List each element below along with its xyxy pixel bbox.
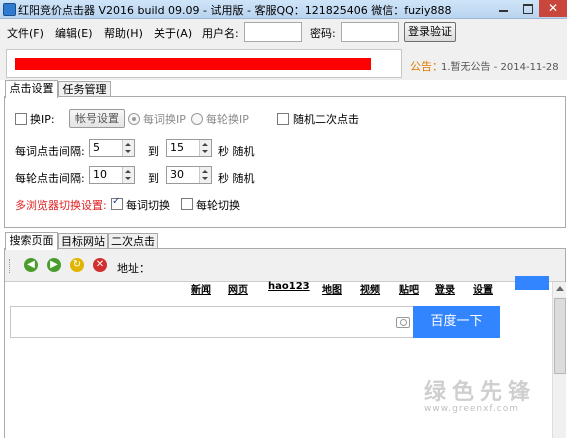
refresh-icon[interactable]: ↻ <box>70 258 84 272</box>
baidu-more-button[interactable] <box>515 276 549 290</box>
radio-per-round-ip-label: 每轮换IP <box>206 113 249 126</box>
click-settings-panel: 换IP: 帐号设置 每词换IP 每轮换IP 随机二次点击 每词点击间隔: 5 到… <box>4 96 566 228</box>
scrollbar-thumb[interactable] <box>554 298 566 374</box>
word-interval-label: 每词点击间隔: <box>15 145 85 158</box>
tab-search-page[interactable]: 搜索页面 <box>5 232 58 250</box>
username-input[interactable] <box>244 22 302 42</box>
random-second-click-checkbox[interactable] <box>277 113 289 125</box>
tab-click-settings[interactable]: 点击设置 <box>5 80 58 98</box>
spinner-arrows-icon[interactable] <box>199 140 211 156</box>
round-interval-label: 每轮点击间隔: <box>15 172 85 185</box>
tab-target-site[interactable]: 目标网站 <box>58 233 108 249</box>
camera-icon[interactable] <box>396 317 410 328</box>
word-interval-to-value: 15 <box>170 141 184 154</box>
account-settings-button[interactable]: 帐号设置 <box>69 109 125 128</box>
tab-second-click[interactable]: 二次点击 <box>108 233 158 249</box>
switch-per-round-checkbox[interactable] <box>181 198 193 210</box>
window-title: 红阳竞价点击器 V2016 build 09.09 - 试用版 - 客服QQ：1… <box>18 4 452 17</box>
spinner-arrows-icon[interactable] <box>199 167 211 183</box>
change-ip-label: 换IP: <box>30 113 55 126</box>
baidu-nav-news[interactable]: 新闻 <box>191 281 211 296</box>
close-button[interactable]: ✕ <box>539 0 567 17</box>
minimize-button[interactable] <box>491 0 515 17</box>
round-interval-from-spinner[interactable]: 10 <box>89 166 135 184</box>
notice-text: 1.暂无公告 - 2014-11-28 <box>441 62 559 73</box>
word-interval-from-value: 5 <box>93 141 100 154</box>
baidu-nav-hao123[interactable]: hao123 <box>268 281 310 292</box>
change-ip-checkbox[interactable] <box>15 113 27 125</box>
menu-edit[interactable]: 编辑(E) <box>55 25 93 41</box>
menu-help[interactable]: 帮助(H) <box>104 25 143 41</box>
word-interval-from-spinner[interactable]: 5 <box>89 139 135 157</box>
stop-icon[interactable]: ✕ <box>93 258 107 272</box>
round-interval-to-value: 30 <box>170 168 184 181</box>
forward-icon[interactable]: ▶ <box>47 258 61 272</box>
baidu-nav-settings[interactable]: 设置 <box>473 281 493 296</box>
title-bar: 红阳竞价点击器 V2016 build 09.09 - 试用版 - 客服QQ：1… <box>0 0 567 19</box>
watermark-url: www.greenxf.com <box>424 404 520 414</box>
scroll-up-icon[interactable] <box>556 286 564 291</box>
watermark: 绿色先锋 www.greenxf.com <box>396 374 566 434</box>
radio-per-word-ip[interactable] <box>128 113 140 125</box>
switch-per-round-label: 每轮切换 <box>196 199 240 212</box>
spinner-arrows-icon[interactable] <box>122 140 134 156</box>
toolbar-grip <box>9 259 13 273</box>
menu-bar: 文件(F) 编辑(E) 帮助(H) 关于(A) 用户名: 密码: 登录验证 <box>0 19 567 45</box>
round-interval-unit: 秒 随机 <box>218 172 255 185</box>
baidu-search-button[interactable]: 百度一下 <box>413 306 500 338</box>
baidu-nav-login[interactable]: 登录 <box>435 281 455 296</box>
notice-label: 公告： <box>410 60 443 73</box>
username-label: 用户名: <box>202 27 239 40</box>
baidu-nav-video[interactable]: 视频 <box>360 281 380 296</box>
round-interval-from-value: 10 <box>93 168 107 181</box>
menu-about[interactable]: 关于(A) <box>154 25 192 41</box>
tab-task-management[interactable]: 任务管理 <box>58 81 111 97</box>
radio-per-round-ip[interactable] <box>191 113 203 125</box>
back-icon[interactable]: ◀ <box>24 258 38 272</box>
browser-toolbar: ◀ ▶ ↻ ✕ 地址： <box>5 249 565 281</box>
app-icon <box>3 3 16 16</box>
spinner-arrows-icon[interactable] <box>122 167 134 183</box>
round-interval-to-spinner[interactable]: 30 <box>166 166 212 184</box>
switch-per-word-label: 每词切换 <box>126 199 170 212</box>
watermark-title: 绿色先锋 <box>424 380 537 405</box>
word-interval-to-label: 到 <box>148 145 159 158</box>
switch-per-word-checkbox[interactable] <box>111 196 123 210</box>
baidu-nav-web[interactable]: 网页 <box>228 281 248 296</box>
word-interval-to-spinner[interactable]: 15 <box>166 139 212 157</box>
round-interval-to-label: 到 <box>148 172 159 185</box>
password-input[interactable] <box>341 22 399 42</box>
notice-row: 公告： 1.暂无公告 - 2014-11-28 <box>0 45 567 80</box>
marquee-box <box>6 49 402 78</box>
maximize-button[interactable] <box>515 0 539 17</box>
login-button[interactable]: 登录验证 <box>404 22 456 42</box>
menu-file[interactable]: 文件(F) <box>7 25 44 41</box>
address-label: 地址： <box>117 262 150 275</box>
marquee-banner <box>15 58 371 70</box>
baidu-search-input[interactable] <box>10 306 415 338</box>
word-interval-unit: 秒 随机 <box>218 145 255 158</box>
multi-browser-label: 多浏览器切换设置: <box>15 199 107 212</box>
random-second-click-label: 随机二次点击 <box>293 113 359 126</box>
password-label: 密码: <box>310 27 336 40</box>
baidu-nav-map[interactable]: 地图 <box>322 281 342 296</box>
baidu-nav-tieba[interactable]: 贴吧 <box>399 281 419 296</box>
radio-per-word-ip-label: 每词换IP <box>143 113 186 126</box>
